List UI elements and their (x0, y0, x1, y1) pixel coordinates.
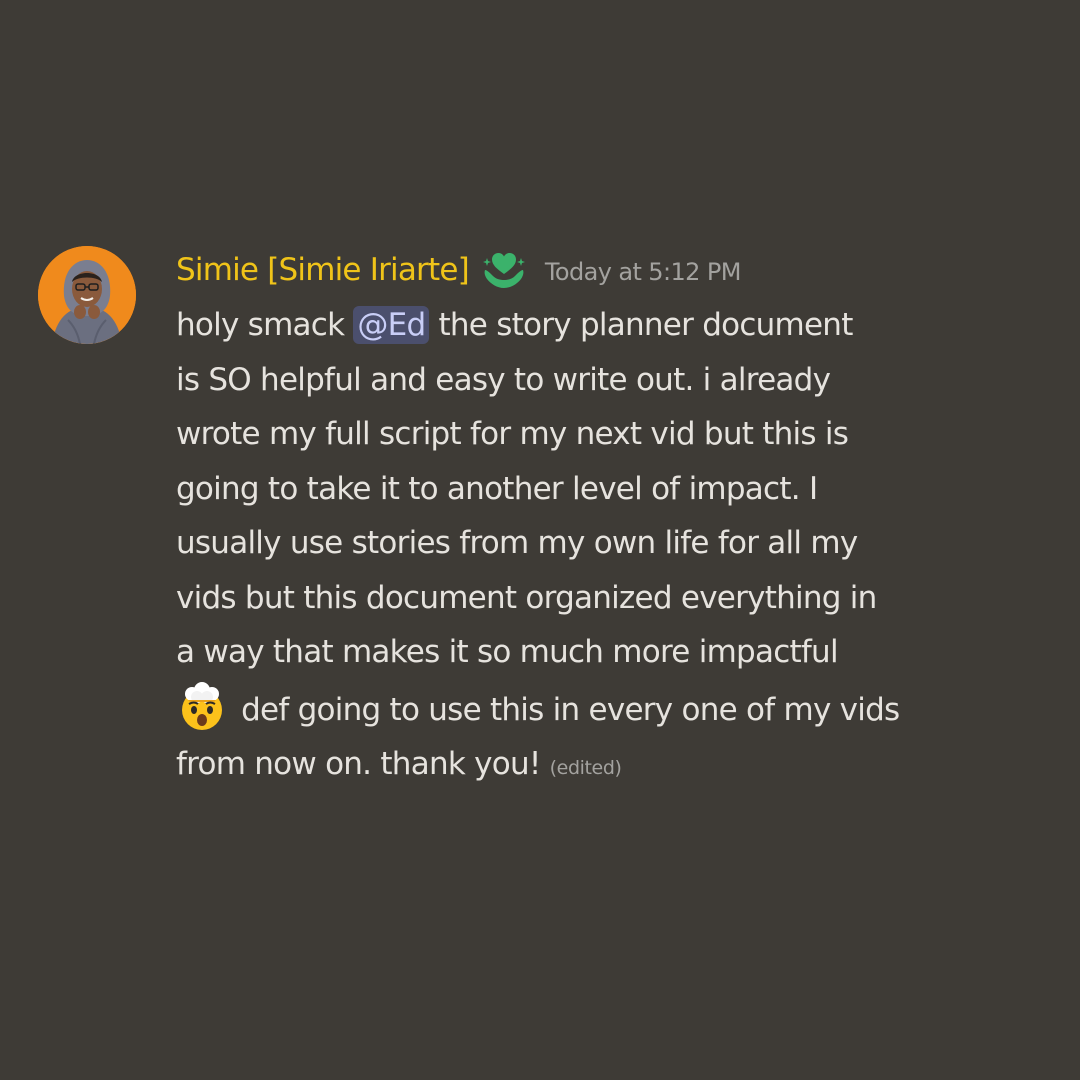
message-header: Simie [Simie Iriarte] Today at 5:12 PM (176, 246, 976, 294)
message-line: wrote my full script for my next vid but… (176, 416, 849, 452)
message-line: from now on. thank you! (edited) (176, 737, 976, 796)
user-mention[interactable]: @Ed (353, 306, 430, 344)
message-line: holy smack @Ed the story planner documen… (176, 298, 976, 353)
message-text: def going to use this in every one of my… (232, 691, 900, 728)
message-line: going to take it to another level of imp… (176, 470, 818, 507)
message-text: from now on. thank you! (176, 746, 550, 782)
message-text: holy smack (176, 307, 354, 343)
username[interactable]: Simie [Simie Iriarte] (176, 252, 470, 288)
message-line: def going to use this in every one of my… (176, 680, 976, 738)
green-heart-hands-icon[interactable] (481, 248, 527, 292)
message-line: vids but this document organized everyth… (176, 579, 877, 616)
avatar[interactable] (38, 246, 136, 344)
chat-canvas: Simie [Simie Iriarte] Today at 5:12 PM h… (0, 0, 1080, 1080)
edited-label: (edited) (549, 757, 622, 779)
message-line: a way that makes it so much more impactf… (176, 634, 839, 670)
exploding-head-emoji-icon (176, 680, 228, 732)
message-content: Simie [Simie Iriarte] Today at 5:12 PM h… (176, 246, 976, 796)
avatar-image (38, 246, 136, 344)
message-line: is SO helpful and easy to write out. i a… (176, 361, 831, 398)
message-body: holy smack @Ed the story planner documen… (176, 298, 976, 796)
timestamp[interactable]: Today at 5:12 PM (545, 258, 741, 286)
message-line: usually use stories from my own life for… (176, 525, 858, 561)
message-text: the story planner document (429, 307, 853, 343)
